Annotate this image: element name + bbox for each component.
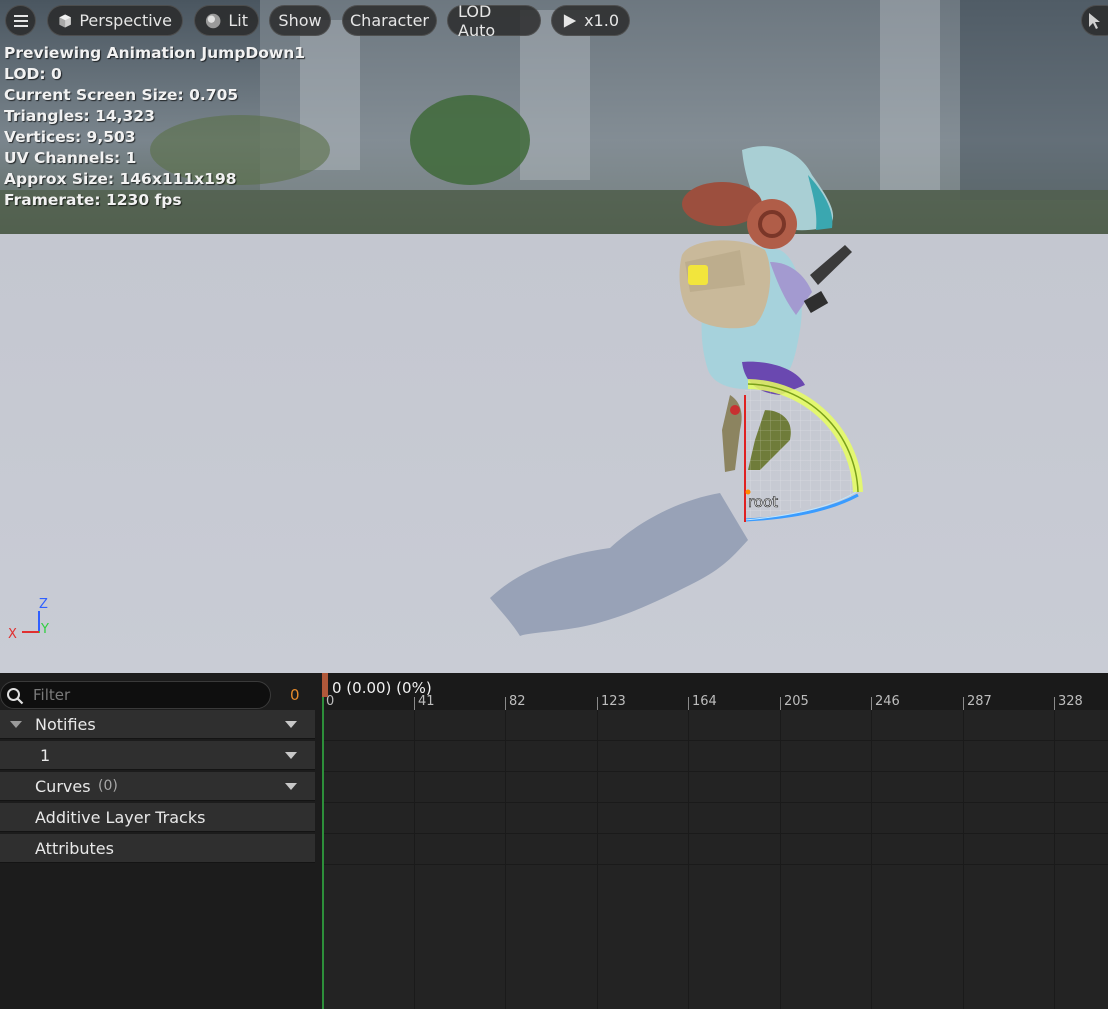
- show-button[interactable]: Show: [269, 5, 331, 36]
- play-icon: [563, 13, 577, 28]
- ruler-tick-label: 164: [692, 694, 717, 709]
- bone-label: root: [748, 493, 778, 511]
- timeline-gridline: [597, 710, 598, 1009]
- ruler-tick: [414, 697, 415, 710]
- timeline-gridline: [1054, 710, 1055, 1009]
- track-attributes[interactable]: Attributes: [0, 834, 315, 863]
- attributes-label: Attributes: [35, 838, 114, 858]
- stats-line: LOD: 0: [4, 65, 62, 83]
- viewport-stats: Previewing Animation JumpDown1 LOD: 0 Cu…: [4, 43, 305, 211]
- stats-line: Approx Size: 146x111x198: [4, 170, 237, 188]
- ruler-tick-label: 123: [601, 694, 626, 709]
- select-mode-button[interactable]: [1081, 5, 1108, 36]
- track-additive-layer[interactable]: Additive Layer Tracks: [0, 803, 315, 832]
- cursor-icon: [1089, 12, 1100, 29]
- lit-label: Lit: [228, 11, 248, 30]
- track-notifies[interactable]: Notifies: [0, 710, 315, 739]
- hamburger-icon: [13, 14, 28, 27]
- ruler-tick: [780, 697, 781, 710]
- ruler-tick: [505, 697, 506, 710]
- axis-z-label: Z: [39, 597, 48, 612]
- ruler-tick-label: 41: [418, 694, 435, 709]
- stats-line: Previewing Animation JumpDown1: [4, 44, 306, 62]
- lit-button[interactable]: Lit: [194, 5, 259, 36]
- ruler-tick: [688, 697, 689, 710]
- ruler-tick: [597, 697, 598, 710]
- ruler-tick-label: 328: [1058, 694, 1083, 709]
- timeline-gridline: [414, 710, 415, 1009]
- lod-label: LOD Auto: [458, 1, 496, 40]
- track-divider: [322, 833, 1108, 834]
- timeline-gridline: [963, 710, 964, 1009]
- track-list-panel: 0 Notifies 1 Curves (0) Additive Layer T…: [0, 673, 322, 1009]
- ruler-tick-label: 82: [509, 694, 526, 709]
- axis-x-label: X: [8, 627, 17, 642]
- notifies-label: Notifies: [35, 714, 96, 734]
- chevron-down-icon[interactable]: [285, 752, 297, 760]
- play-speed-label: x1.0: [584, 11, 619, 30]
- playhead-handle[interactable]: [322, 673, 328, 697]
- timeline-gridline: [871, 710, 872, 1009]
- filter-box[interactable]: [0, 681, 271, 709]
- perspective-button[interactable]: Perspective: [47, 5, 183, 36]
- chevron-down-icon[interactable]: [285, 783, 297, 791]
- curves-label: Curves: [35, 776, 91, 796]
- timeline-gridline: [780, 710, 781, 1009]
- ruler-tick: [963, 697, 964, 710]
- playhead-line: [322, 697, 324, 1009]
- axis-y-label: Y: [40, 622, 49, 637]
- track-notify-1[interactable]: 1: [0, 741, 315, 770]
- frame-readout: 0 (0.00) (0%): [332, 679, 432, 697]
- chevron-down-icon[interactable]: [285, 721, 297, 729]
- stats-line: Current Screen Size: 0.705: [4, 86, 239, 104]
- stats-line: Framerate: 1230 fps: [4, 191, 182, 209]
- additive-label: Additive Layer Tracks: [35, 807, 206, 827]
- stats-line: Triangles: 14,323: [4, 107, 155, 125]
- character-label: Character: [350, 11, 429, 30]
- timeline-gridline: [688, 710, 689, 1009]
- ruler-tick: [1054, 697, 1055, 710]
- cube-icon: [59, 14, 71, 27]
- show-label: Show: [278, 11, 322, 30]
- viewport-menu-button[interactable]: [5, 5, 36, 36]
- timeline-area[interactable]: 0 (0.00) (0%) 0 41 82 123 164 205 246 287 328: [322, 673, 1108, 1009]
- viewport[interactable]: root Z X Y Perspective Lit Show Characte…: [0, 0, 1108, 673]
- ruler-tick-label: 205: [784, 694, 809, 709]
- sphere-icon: [205, 13, 221, 28]
- play-speed-button[interactable]: x1.0: [551, 5, 630, 36]
- filter-input[interactable]: [33, 686, 253, 704]
- stats-line: UV Channels: 1: [4, 149, 137, 167]
- track-divider: [322, 771, 1108, 772]
- ruler-tick: [871, 697, 872, 710]
- timeline-gridline: [505, 710, 506, 1009]
- notify-track-label: 1: [40, 745, 51, 765]
- collapse-arrow-icon: [10, 721, 22, 728]
- ruler-tick-label: 246: [875, 694, 900, 709]
- curves-count: (0): [98, 778, 118, 794]
- character-button[interactable]: Character: [342, 5, 437, 36]
- lod-button[interactable]: LOD Auto: [447, 2, 541, 40]
- track-divider: [322, 802, 1108, 803]
- perspective-label: Perspective: [79, 11, 172, 30]
- ruler-tick-label: 287: [967, 694, 992, 709]
- filter-count: 0: [290, 686, 300, 704]
- search-icon: [7, 688, 24, 705]
- stats-line: Vertices: 9,503: [4, 128, 136, 146]
- track-divider: [322, 740, 1108, 741]
- track-divider: [322, 864, 1108, 865]
- track-curves[interactable]: Curves (0): [0, 772, 315, 801]
